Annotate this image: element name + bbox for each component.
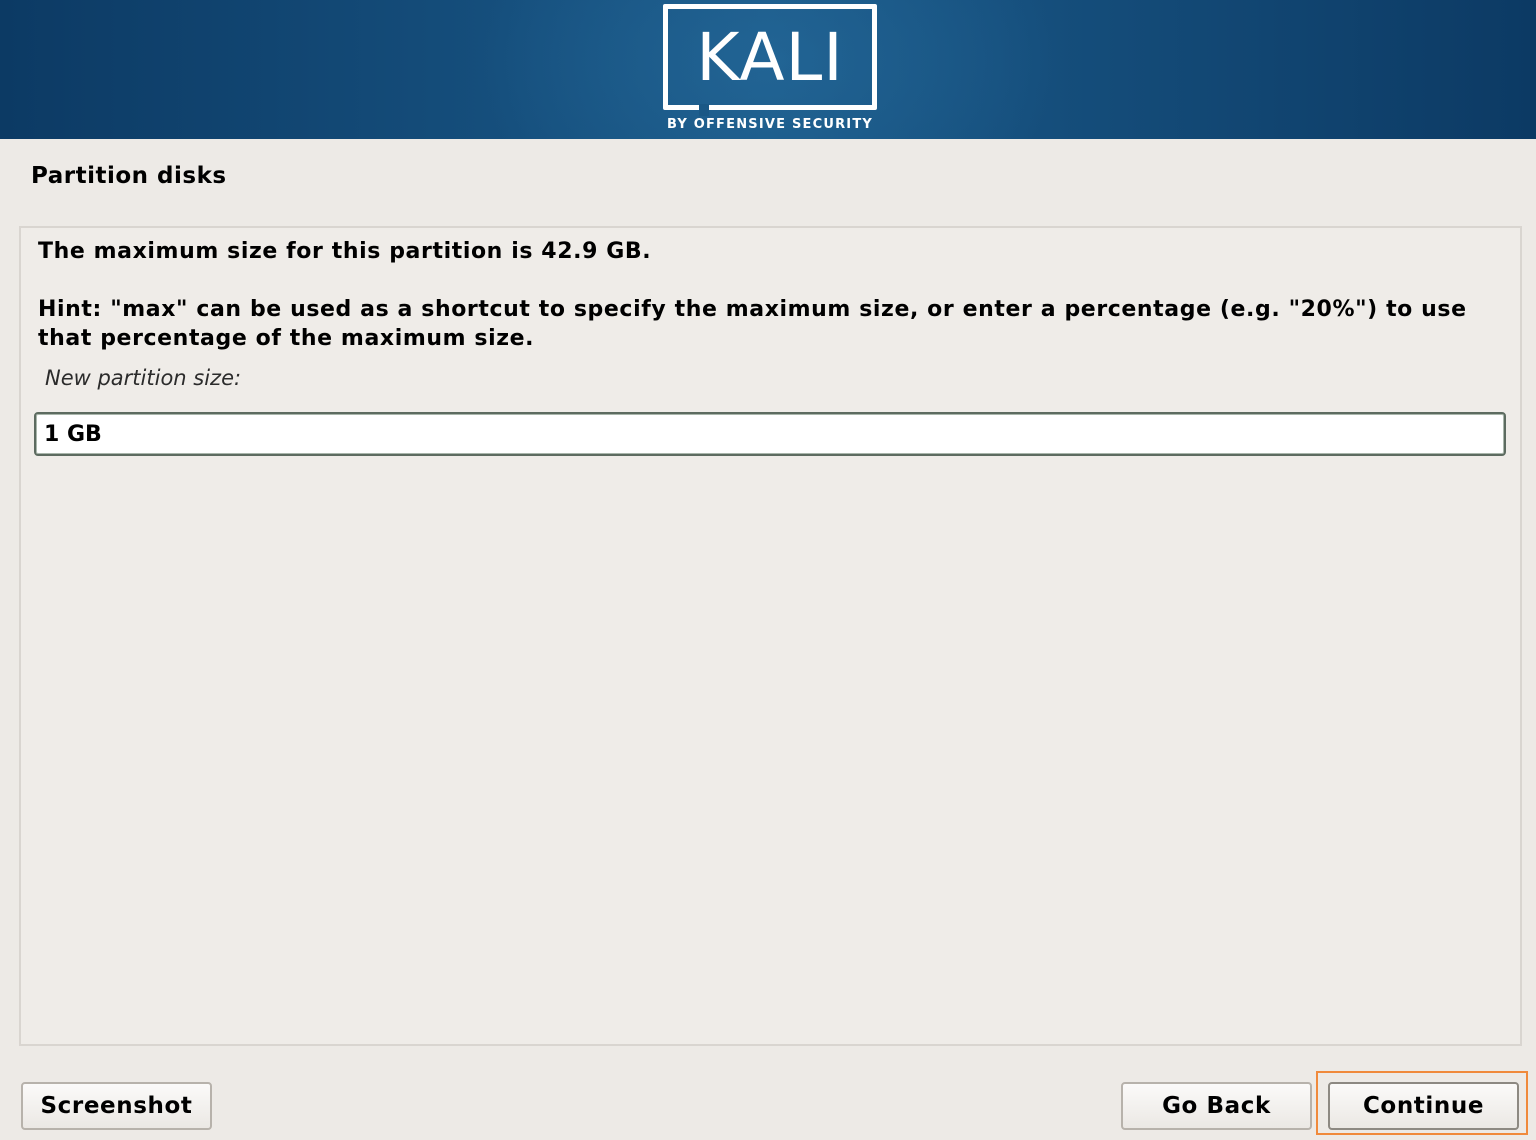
kali-header-banner: KALI BY OFFENSIVE SECURITY	[0, 0, 1536, 139]
screenshot-button[interactable]: Screenshot	[21, 1082, 212, 1130]
max-size-message: The maximum size for this partition is 4…	[38, 239, 652, 264]
continue-button[interactable]: Continue	[1328, 1082, 1519, 1130]
logo-subtitle: BY OFFENSIVE SECURITY	[666, 117, 874, 132]
hint-message: Hint: "max" can be used as a shortcut to…	[38, 297, 1467, 351]
partition-size-label: New partition size:	[45, 366, 242, 390]
logo-frame-notch	[699, 104, 709, 116]
logo-text: KALI	[696, 19, 844, 96]
kali-logo: KALI	[663, 4, 877, 116]
partition-size-input[interactable]	[34, 412, 1506, 456]
page-title: Partition disks	[31, 163, 227, 189]
go-back-button[interactable]: Go Back	[1121, 1082, 1312, 1130]
